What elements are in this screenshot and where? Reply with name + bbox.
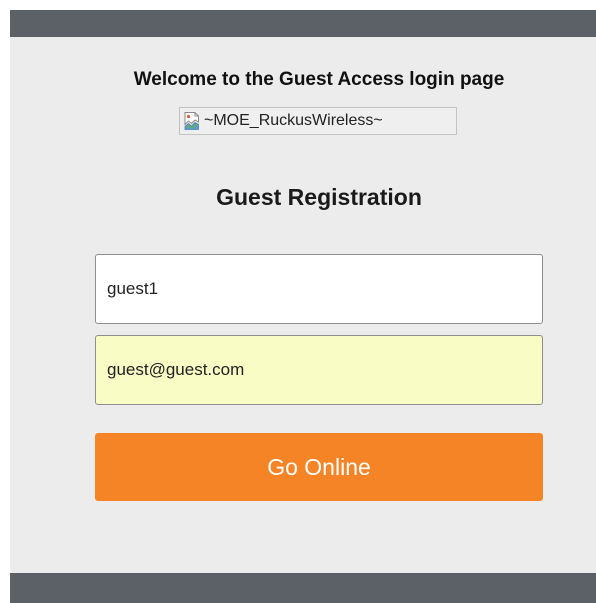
guest-name-input[interactable] <box>95 254 543 324</box>
guest-email-input[interactable] <box>95 335 543 405</box>
go-online-button[interactable]: Go Online <box>95 433 543 501</box>
logo-alt-text: ~MOE_RuckusWireless~ <box>204 112 383 129</box>
logo-image: ~MOE_RuckusWireless~ <box>179 107 457 135</box>
welcome-heading: Welcome to the Guest Access login page <box>133 69 505 90</box>
bottom-bar <box>10 573 596 603</box>
guest-portal-frame: Welcome to the Guest Access login page ~… <box>0 0 596 603</box>
registration-title: Guest Registration <box>216 184 422 210</box>
top-bar <box>10 10 596 37</box>
broken-image-icon <box>184 112 199 130</box>
